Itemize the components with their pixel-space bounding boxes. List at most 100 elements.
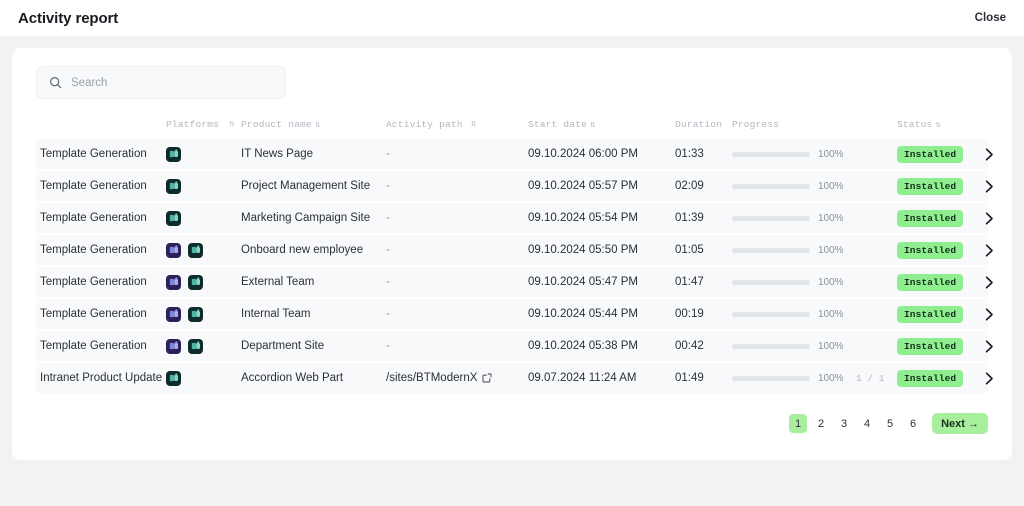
row-expand-button[interactable]: [985, 211, 1002, 225]
progress-cell: 100%: [732, 309, 897, 320]
table-row[interactable]: Template Generation Project Management Si…: [36, 171, 993, 203]
column-header-product-name[interactable]: Product name ⇅: [241, 119, 386, 130]
activity-name: Template Generation: [40, 180, 147, 192]
start-date: 09.10.2024 05:57 PM: [528, 180, 638, 192]
activity-path-value: -: [386, 340, 390, 352]
activity-path-value: /sites/BTModernX: [386, 372, 478, 384]
progress-cell: 100%: [732, 213, 897, 224]
activity-name: Template Generation: [40, 340, 147, 352]
progress-bar: [732, 183, 810, 189]
progress-cell: 100%: [732, 245, 897, 256]
chevron-right-icon[interactable]: [985, 371, 994, 385]
activity-path-value: -: [386, 180, 390, 192]
chevron-right-icon[interactable]: [985, 307, 994, 321]
table-row[interactable]: Template Generation External Team - 09.10.2…: [36, 267, 993, 299]
product-name: Internal Team: [241, 308, 311, 320]
product-name: External Team: [241, 276, 315, 288]
sort-icon[interactable]: ⇅: [935, 120, 941, 130]
activity-path-value: -: [386, 212, 390, 224]
progress-bar: [732, 375, 810, 381]
chevron-right-icon[interactable]: [985, 179, 994, 193]
platform-icon-sharepoint: [166, 210, 181, 226]
duration: 00:42: [675, 340, 704, 352]
column-header-start-date[interactable]: Start date ⇅: [528, 119, 675, 130]
row-expand-button[interactable]: [985, 339, 1002, 353]
platform-icon-sharepoint: [166, 178, 181, 194]
column-header-activity-path[interactable]: Activity path ⇅: [386, 119, 528, 130]
chevron-right-icon[interactable]: [985, 243, 994, 257]
activity-table: Platforms ⇅ Product name ⇅ Activity path ⇅ …: [36, 113, 993, 395]
row-expand-button[interactable]: [985, 307, 1002, 321]
status-badge: Installed: [897, 177, 964, 195]
column-header-platforms[interactable]: Platforms ⇅: [166, 119, 241, 130]
start-date: 09.10.2024 05:50 PM: [528, 244, 638, 256]
product-name: Department Site: [241, 340, 325, 352]
table-row[interactable]: Intranet Product Update Accordion Web Par…: [36, 363, 993, 395]
table-row[interactable]: Template Generation Marketing Campaign Si…: [36, 203, 993, 235]
activity-name: Template Generation: [40, 148, 147, 160]
duration: 00:19: [675, 308, 704, 320]
search-box[interactable]: [36, 66, 286, 99]
external-link-icon[interactable]: [482, 373, 492, 383]
row-expand-button[interactable]: [985, 371, 1002, 385]
chevron-right-icon[interactable]: [985, 211, 994, 225]
next-page-button[interactable]: Next →: [932, 413, 988, 434]
table-row[interactable]: Template Generation IT News Page - 09.10.20…: [36, 139, 993, 171]
platforms-cell: [166, 274, 241, 290]
page-button-4[interactable]: 4: [858, 414, 876, 433]
progress-percent: 100%: [818, 180, 844, 192]
table-row[interactable]: Template Generation Onboard new employee -…: [36, 235, 993, 267]
column-header-status-label: Status: [897, 118, 933, 130]
sort-icon[interactable]: ⇅: [471, 119, 477, 129]
table-row[interactable]: Template Generation Department Site - 09.10…: [36, 331, 993, 363]
chevron-right-icon[interactable]: [985, 147, 994, 161]
column-header-status[interactable]: Status ⇅: [897, 119, 985, 130]
status-cell: Installed: [897, 305, 985, 323]
sort-icon[interactable]: ⇅: [315, 120, 321, 130]
sort-icon[interactable]: ⇅: [590, 120, 596, 130]
activity-path-cell: -: [386, 308, 528, 320]
column-header-platforms-label: Platforms: [166, 118, 220, 130]
progress-bar: [732, 247, 810, 253]
chevron-right-icon[interactable]: [985, 275, 994, 289]
status-cell: Installed: [897, 145, 985, 163]
start-date: 09.10.2024 05:38 PM: [528, 340, 638, 352]
chevron-right-icon[interactable]: [985, 339, 994, 353]
platform-icon-teams: [166, 274, 181, 290]
start-date: 09.10.2024 05:54 PM: [528, 212, 638, 224]
activity-name: Intranet Product Update: [40, 372, 163, 384]
activity-path-value: -: [386, 276, 390, 288]
close-button[interactable]: Close: [973, 8, 1008, 28]
page-button-1[interactable]: 1: [789, 414, 808, 433]
progress-cell: 100% 1 / 1: [732, 373, 897, 384]
progress-percent: 100%: [818, 212, 844, 224]
column-header-duration: Duration: [675, 118, 723, 130]
table-row[interactable]: Template Generation Internal Team - 09.10.2…: [36, 299, 993, 331]
column-header-start-date-label: Start date: [528, 118, 588, 130]
progress-bar: [732, 311, 810, 317]
status-badge: Installed: [897, 145, 964, 163]
progress-count: 1 / 1: [856, 372, 885, 384]
progress-bar: [732, 279, 810, 285]
row-expand-button[interactable]: [985, 243, 1002, 257]
page-button-6[interactable]: 6: [904, 414, 922, 433]
column-header-product-name-label: Product name: [241, 118, 312, 130]
progress-bar: [732, 151, 810, 157]
platform-icon-sharepoint: [188, 306, 203, 322]
row-expand-button[interactable]: [985, 275, 1002, 289]
page-button-3[interactable]: 3: [835, 414, 853, 433]
platform-icon-sharepoint: [188, 274, 203, 290]
column-header-activity-path-label: Activity path: [386, 118, 463, 130]
search-input[interactable]: [71, 76, 273, 89]
row-expand-button[interactable]: [985, 147, 1002, 161]
page-button-2[interactable]: 2: [812, 414, 830, 433]
activity-name: Template Generation: [40, 212, 147, 224]
sort-icon[interactable]: ⇅: [229, 119, 235, 129]
window-header: Activity report Close: [0, 0, 1024, 36]
duration: 01:33: [675, 148, 704, 160]
progress-cell: 100%: [732, 181, 897, 192]
progress-percent: 100%: [818, 148, 844, 160]
row-expand-button[interactable]: [985, 179, 1002, 193]
status-cell: Installed: [897, 241, 985, 259]
page-button-5[interactable]: 5: [881, 414, 899, 433]
